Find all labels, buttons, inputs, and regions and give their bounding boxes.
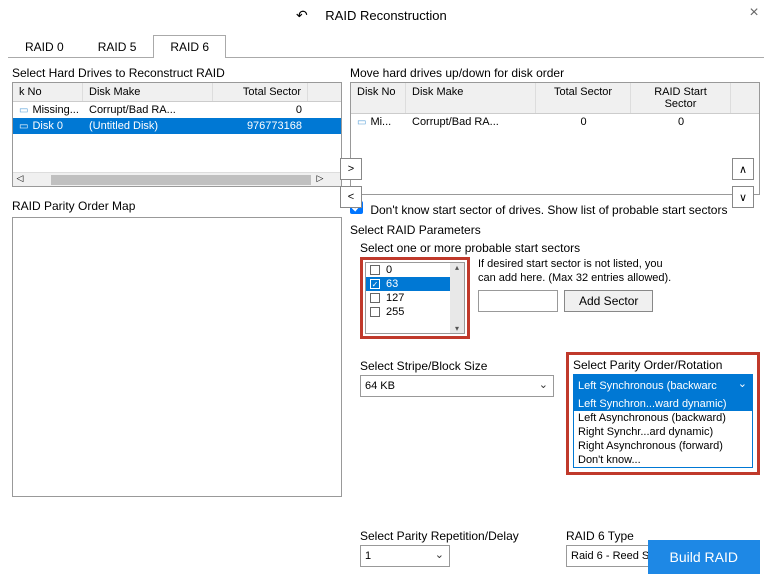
col-make[interactable]: Disk Make: [406, 83, 536, 113]
col-start[interactable]: RAID Start Sector: [631, 83, 731, 113]
sectors-label: Select one or more probable start sector…: [360, 241, 760, 255]
move-left-button[interactable]: <: [340, 186, 362, 208]
col-diskno[interactable]: k No: [13, 83, 83, 101]
parity-order-select[interactable]: Left Synchronous (backwarc Left Synchron…: [573, 374, 753, 468]
parity-option[interactable]: Right Synchr...ard dynamic): [574, 425, 752, 439]
parity-rep-select[interactable]: 1: [360, 545, 450, 567]
close-icon[interactable]: ×: [744, 4, 764, 22]
add-sector-input[interactable]: [478, 290, 558, 312]
tab-raid0[interactable]: RAID 0: [8, 35, 81, 58]
window-title: RAID Reconstruction: [325, 8, 446, 23]
move-down-button[interactable]: ∨: [732, 186, 754, 208]
tab-raid6[interactable]: RAID 6: [153, 35, 226, 58]
dont-know-checkbox-row[interactable]: Don't know start sector of drives. Show …: [350, 201, 760, 217]
parity-option[interactable]: Left Synchron...ward dynamic): [574, 397, 752, 411]
parity-order-map: [12, 217, 342, 497]
left-grid-label: Select Hard Drives to Reconstruct RAID: [12, 66, 342, 80]
raid-params-label: Select RAID Parameters: [350, 223, 760, 237]
tab-bar: RAID 0 RAID 5 RAID 6: [8, 34, 764, 58]
col-make[interactable]: Disk Make: [83, 83, 213, 101]
parity-rep-label: Select Parity Repetition/Delay: [360, 529, 554, 543]
disk-row[interactable]: Disk 0 (Untitled Disk) 976773168: [13, 118, 341, 134]
add-sector-button[interactable]: Add Sector: [564, 290, 653, 312]
right-grid-label: Move hard drives up/down for disk order: [350, 66, 760, 80]
stripe-label: Select Stripe/Block Size: [360, 359, 554, 373]
build-raid-button[interactable]: Build RAID: [648, 540, 760, 574]
move-up-button[interactable]: ∧: [732, 158, 754, 180]
horizontal-scrollbar[interactable]: ◁▷: [13, 172, 341, 186]
disk-row[interactable]: Missing... Corrupt/Bad RA... 0: [13, 102, 341, 118]
col-sector[interactable]: Total Sector: [213, 83, 308, 101]
target-disks-grid[interactable]: Disk No Disk Make Total Sector RAID Star…: [350, 82, 760, 195]
source-disks-grid[interactable]: k No Disk Make Total Sector Missing... C…: [12, 82, 342, 187]
parity-option[interactable]: Right Asynchronous (forward): [574, 439, 752, 453]
parity-option[interactable]: Left Asynchronous (backward): [574, 411, 752, 425]
parity-option[interactable]: Don't know...: [574, 453, 752, 467]
back-icon[interactable]: ↶: [296, 7, 308, 24]
disk-row[interactable]: Mi... Corrupt/Bad RA... 0 0: [351, 114, 759, 130]
tab-raid5[interactable]: RAID 5: [81, 35, 154, 58]
start-sectors-list[interactable]: 0 ✓63 127 255 ▴▾: [360, 257, 470, 339]
sector-scrollbar[interactable]: ▴▾: [450, 263, 464, 333]
sector-help-text: If desired start sector is not listed, y…: [478, 257, 678, 286]
col-diskno[interactable]: Disk No: [351, 83, 406, 113]
stripe-size-select[interactable]: 64 KB: [360, 375, 554, 397]
parity-map-label: RAID Parity Order Map: [12, 199, 342, 213]
parity-order-label: Select Parity Order/Rotation: [573, 358, 753, 372]
move-right-button[interactable]: >: [340, 158, 362, 180]
col-total[interactable]: Total Sector: [536, 83, 631, 113]
